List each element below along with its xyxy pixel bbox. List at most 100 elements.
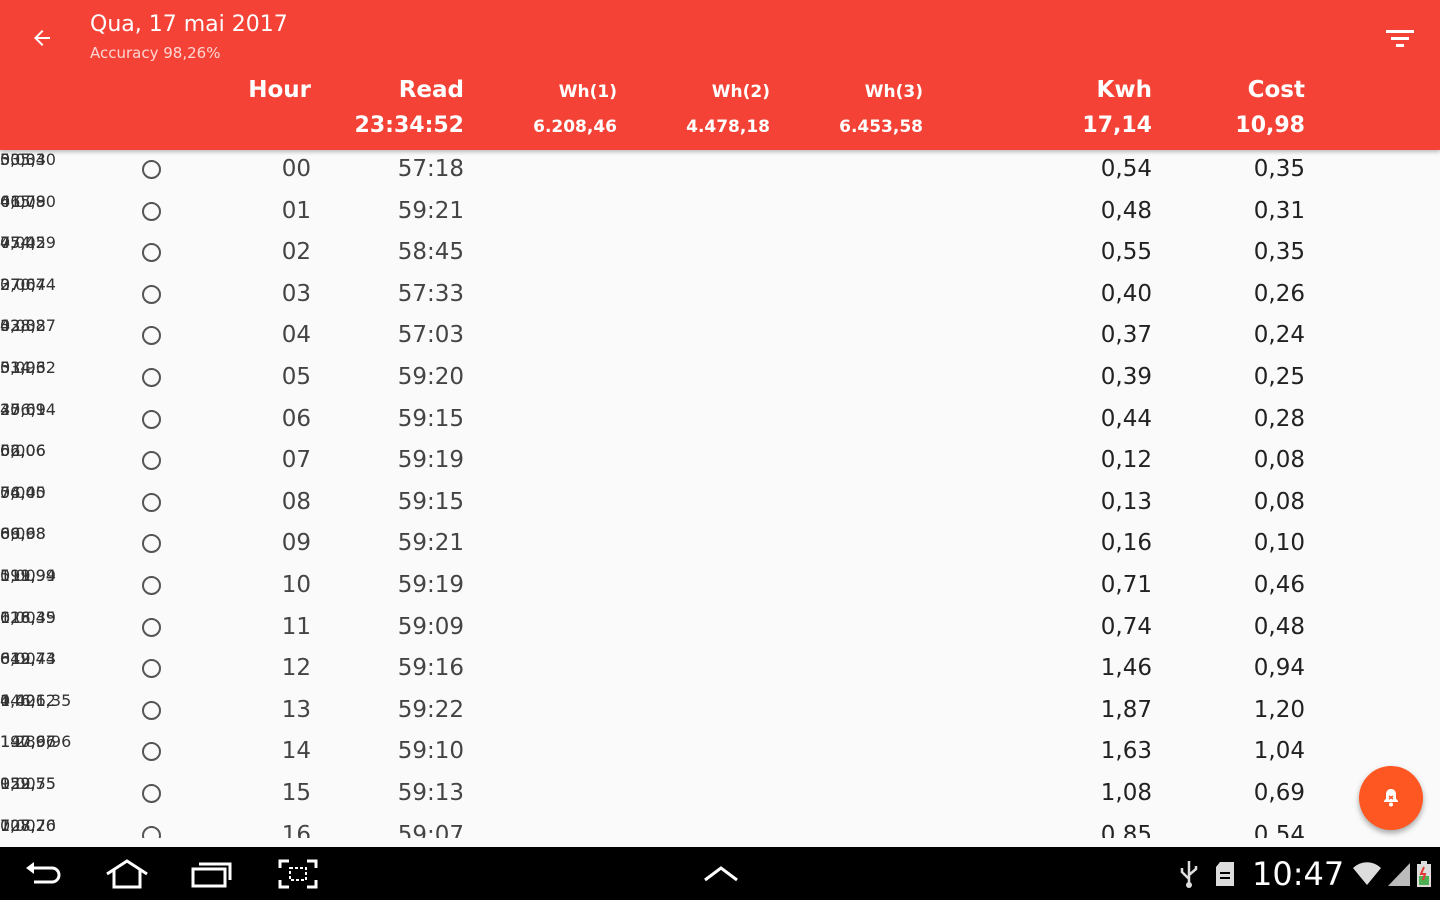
row-select-radio[interactable] [142,201,161,221]
alarm-fab-button[interactable] [1359,766,1423,830]
cell-hour: 02 [281,239,311,266]
app-bar: Qua, 17 mai 2017 Accuracy 98,26% Hour Re… [0,0,1440,150]
row-select-radio[interactable] [142,284,161,304]
row-select-radio[interactable] [142,326,161,346]
table-row[interactable]: 05 59:20 334,62 0,00 51,93 0,39 0,25 [0,358,1440,400]
table-row[interactable]: 06 59:15 376,94 25,69 40,01 0,44 0,28 [0,400,1440,442]
cell-hour: 12 [281,655,311,682]
cell-read: 59:22 [397,696,464,723]
cell-hour: 09 [281,530,311,557]
table-row[interactable]: 10 59:19 0,00 119,99 591,94 0,71 0,46 [0,566,1440,608]
total-read: 23:34:52 [354,113,464,138]
cell-cost: 0,54 [1253,821,1305,838]
row-select-radio[interactable] [142,617,161,637]
cell-wh3: 849,74 [0,649,56,669]
table-row[interactable]: 13 59:22 0,00 1.421,35 446,62 1,87 1,20 [0,691,1440,733]
cell-read: 59:19 [397,447,464,474]
row-select-radio[interactable] [142,243,161,263]
page-title: Qua, 17 mai 2017 [90,12,288,37]
cell-wh3: 56,05 [0,482,46,502]
column-header-cost[interactable]: Cost [1200,77,1305,103]
row-select-radio[interactable] [142,784,161,803]
nav-home-button[interactable] [102,855,152,893]
cell-read: 59:20 [397,364,464,390]
wifi-icon [1353,862,1381,885]
cell-wh3: 626,45 [0,607,56,627]
cell-wh3: 66,06 [0,441,46,461]
table-row[interactable]: 11 59:09 0,00 118,39 626,45 0,74 0,48 [0,608,1440,650]
cell-cost: 0,48 [1253,613,1305,640]
row-select-radio[interactable] [142,492,161,512]
table-row[interactable]: 00 57:18 505,40 0,00 33,33 0,54 0,35 [0,150,1440,192]
nav-recents-button[interactable] [188,855,234,893]
column-header-read[interactable]: Read [340,77,464,103]
row-select-radio[interactable] [142,409,161,429]
cell-read: 59:21 [397,530,464,557]
cell-cost: 0,28 [1253,405,1305,432]
cell-read: 59:21 [397,197,464,224]
filter-button[interactable] [1380,20,1420,56]
cell-cost: 0,46 [1253,572,1305,598]
table-row[interactable]: 14 59:10 140,96 1.289,96 197,67 1,63 1,04 [0,732,1440,774]
cell-wh3: 446,62 [0,690,56,710]
row-select-radio[interactable] [142,825,161,838]
home-nav-icon [106,859,148,889]
row-select-radio[interactable] [142,368,161,387]
table-row[interactable]: 12 59:16 0,00 612,43 849,74 1,46 0,94 [0,649,1440,691]
chevron-up-icon [704,866,738,882]
row-select-radio[interactable] [142,160,161,179]
cell-read: 59:19 [397,572,464,598]
cell-hour: 15 [281,780,311,806]
column-header-hour[interactable]: Hour [230,77,311,103]
row-select-radio[interactable] [142,576,161,595]
back-button[interactable] [22,18,62,58]
table-row[interactable]: 01 59:21 415,90 0,00 66,78 0,48 0,31 [0,192,1440,234]
row-select-radio[interactable] [142,742,161,762]
cell-wh3: 66,78 [0,191,46,211]
table-row[interactable]: 02 58:45 474,59 0,00 75,42 0,55 0,35 [0,233,1440,275]
table-row[interactable]: 03 57:33 370,74 0,00 27,64 0,40 0,26 [0,275,1440,317]
row-select-radio[interactable] [142,451,161,471]
column-header-wh1[interactable]: Wh(1) [500,82,617,102]
nav-expand-button[interactable] [700,855,742,893]
cell-kwh: 0,44 [1100,405,1152,432]
cell-kwh: 0,12 [1100,447,1152,474]
table-row[interactable]: 09 59:21 0,00 89,68 66,98 0,16 0,10 [0,524,1440,566]
cell-kwh: 0,16 [1100,530,1152,557]
cell-read: 59:07 [397,821,464,838]
table-row[interactable]: 16 59:07 0,00 108,20 727,76 0,85 0,54 [0,816,1440,838]
cell-kwh: 0,55 [1100,239,1152,266]
hourly-readings-list[interactable]: 00 57:18 505,40 0,00 33,33 0,54 0,35 01 59:21 415… [0,150,1440,838]
row-select-radio[interactable] [142,659,161,679]
cell-hour: 10 [281,572,311,598]
sd-card-status [1214,859,1236,889]
table-row[interactable]: 15 59:13 0,00 122,55 959,75 1,08 0,69 [0,774,1440,816]
cell-kwh: 0,13 [1100,488,1152,515]
cell-read: 59:16 [397,655,464,682]
table-row[interactable]: 04 57:03 328,87 0,00 43,32 0,37 0,24 [0,316,1440,358]
alarm-bell-icon [1384,789,1398,807]
row-select-radio[interactable] [142,534,161,554]
cell-kwh: 0,54 [1100,156,1152,182]
cell-wh3: 727,76 [0,815,56,835]
cell-wh3: 51,93 [0,358,46,377]
column-header-kwh[interactable]: Kwh [1050,77,1152,103]
table-row[interactable]: 08 59:15 0,00 74,40 56,05 0,13 0,08 [0,483,1440,525]
cell-read: 58:45 [397,239,464,266]
cell-cost: 0,08 [1253,447,1305,474]
cell-wh3: 75,42 [0,233,46,253]
table-row[interactable]: 07 59:19 0,00 52,06 66,06 0,12 0,08 [0,441,1440,483]
total-kwh: 17,14 [1082,113,1152,138]
column-header-wh3[interactable]: Wh(3) [800,82,923,102]
cell-wh3: 591,94 [0,566,56,585]
cell-kwh: 1,87 [1100,696,1152,723]
cell-kwh: 0,37 [1100,322,1152,349]
column-header-wh2[interactable]: Wh(2) [650,82,770,102]
cell-kwh: 0,71 [1100,572,1152,598]
row-select-radio[interactable] [142,700,161,720]
cell-cost: 1,20 [1253,696,1305,723]
cell-hour: 07 [281,447,311,474]
cell-cost: 0,25 [1253,364,1305,390]
nav-back-button[interactable] [22,855,66,893]
nav-screenshot-button[interactable] [276,855,320,893]
